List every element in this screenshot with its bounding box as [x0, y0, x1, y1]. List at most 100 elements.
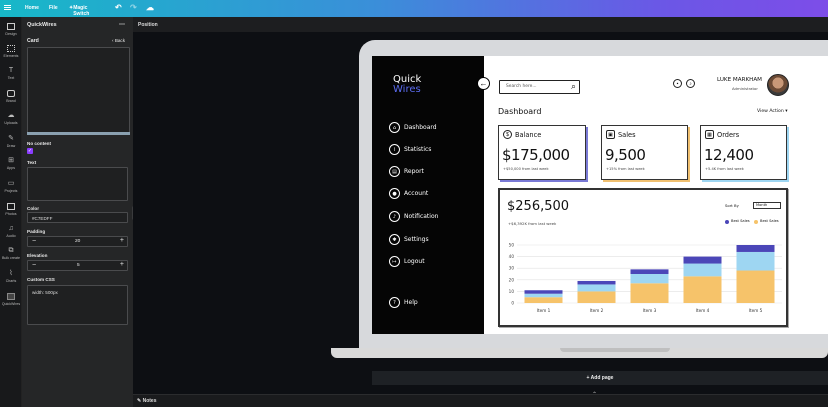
padding-label: Padding [27, 229, 46, 234]
pen-icon: ✎ [8, 135, 14, 142]
rail-uploads[interactable]: ☁ Uploads [0, 112, 22, 125]
bar-segment [630, 274, 669, 284]
stacked-bar-chart: 0 10 20 30 40 50 Item 1 Item 2 Item 3 Item 4 Item … [509, 243, 782, 313]
report-icon: ▤ [389, 166, 400, 177]
photos-icon [7, 203, 15, 210]
text-input[interactable] [27, 167, 128, 201]
no-content-checkbox[interactable]: ✓ [27, 148, 33, 154]
bulk-create-icon: ⧉ [8, 247, 14, 254]
page-title: Dashboard [498, 107, 542, 116]
text-label: Text [27, 160, 37, 165]
stat-card-orders[interactable]: ▦ Orders 12,400 +5.4K from last week [700, 125, 787, 180]
rail-audio[interactable]: ♫ Audio [0, 225, 22, 238]
stat-card-balance[interactable]: $ Balance $175,000 +$50,000 from last we… [498, 125, 586, 180]
back-button[interactable]: ‹ Back [112, 38, 125, 43]
x-tick-label: Item 2 [590, 308, 604, 313]
sales-chart-card[interactable]: $256,500 +$6,392K from last week Sort By… [498, 188, 788, 327]
nav-notification[interactable]: ♪ Notification [389, 211, 438, 222]
rail-design[interactable]: Design [0, 23, 22, 36]
dollar-icon: $ [503, 130, 512, 139]
bar-segment [524, 293, 563, 298]
folder-icon: ▭ [7, 180, 15, 187]
elevation-label: Elevation [27, 253, 48, 258]
chat-icon[interactable]: ▪ [673, 79, 682, 88]
plus-icon[interactable]: + [120, 237, 124, 244]
bell-icon: ♪ [389, 211, 400, 222]
cloud-upload-icon: ☁ [7, 112, 15, 119]
home-menu[interactable]: Home [25, 5, 39, 11]
rail-text[interactable]: T Text [0, 67, 22, 80]
y-tick-label: 0 [511, 301, 514, 306]
rail-bulk-create[interactable]: ⧉ Bulk create [0, 247, 22, 260]
bar-segment [683, 276, 722, 303]
plus-icon[interactable]: + [120, 261, 124, 268]
account-icon: ● [389, 188, 400, 199]
back-arrow-icon[interactable]: ← [477, 77, 490, 90]
rail-brand[interactable]: Brand [0, 90, 22, 103]
design-icon [7, 23, 15, 30]
file-menu[interactable]: File [49, 5, 58, 11]
dashboard-icon: ⌂ [389, 122, 400, 133]
y-tick-label: 30 [509, 266, 515, 271]
elevation-stepper[interactable]: − 5 + [27, 260, 128, 271]
rail-charts[interactable]: ⌇ Charts [0, 270, 22, 283]
color-input[interactable]: #C7EDFF [27, 212, 128, 223]
section-title: Card [27, 38, 39, 44]
rail-quickwires[interactable]: QuickWires [0, 293, 22, 306]
undo-icon[interactable]: ↶ [115, 3, 122, 12]
statistics-icon: ⌇ [389, 144, 400, 155]
custom-css-input[interactable]: width: 500px [27, 285, 128, 325]
user-name: LUKE MARKHAM [717, 77, 762, 83]
redo-icon[interactable]: ↷ [130, 3, 137, 12]
rail-apps[interactable]: ⊞ Apps [0, 157, 22, 170]
rail-photos[interactable]: Photos [0, 203, 22, 216]
notification-bell-icon[interactable]: ♪ [686, 79, 695, 88]
x-tick-label: Item 3 [643, 308, 657, 313]
bar-segment [524, 297, 563, 303]
top-bar: Home File ✦ Magic Switch ↶ ↷ ☁ [0, 0, 828, 17]
minus-icon[interactable]: − [32, 262, 36, 269]
bar-segment [683, 256, 722, 264]
quickwires-panel: QuickWires ⋯ Card ‹ Back No content ✓ Te… [22, 17, 133, 407]
cloud-save-icon[interactable]: ☁ [146, 3, 154, 12]
position-button[interactable]: Position [138, 22, 158, 28]
rail-projects[interactable]: ▭ Projects [0, 180, 22, 193]
nav-settings[interactable]: ✱ Settings [389, 234, 429, 245]
stat-card-sales[interactable]: ▣ Sales 9,500 +15% from last week [601, 125, 688, 180]
nav-help[interactable]: ? Help [389, 297, 418, 308]
x-tick-label: Item 1 [537, 308, 551, 313]
color-label: Color [27, 206, 39, 211]
chevron-up-icon[interactable]: ⌃ [592, 391, 597, 398]
apps-icon: ⊞ [8, 157, 14, 164]
rail-draw[interactable]: ✎ Draw [0, 135, 22, 148]
music-icon: ♫ [8, 225, 14, 232]
canvas-toolbar: Position [133, 17, 828, 32]
more-options-icon[interactable]: ⋯ [119, 21, 125, 28]
y-tick-label: 20 [509, 277, 515, 282]
add-page-button[interactable]: + Add page [372, 371, 828, 385]
bar-segment [683, 263, 722, 277]
quickwires-icon [7, 293, 15, 300]
rail-elements[interactable]: Elements [0, 45, 22, 58]
dashboard-search-input[interactable]: Search here... ⌕ [499, 80, 580, 94]
notes-bar: ✎ Notes ⌃ [133, 391, 828, 407]
nav-report[interactable]: ▤ Report [389, 166, 424, 177]
padding-stepper[interactable]: − 20 + [27, 236, 128, 247]
nav-logout[interactable]: ↦ Logout [389, 256, 425, 267]
bar-segment [577, 280, 616, 285]
nav-account[interactable]: ● Account [389, 188, 428, 199]
card-preview [27, 47, 130, 135]
menu-icon[interactable] [4, 5, 11, 6]
nav-statistics[interactable]: ⌇ Statistics [389, 144, 431, 155]
no-content-label: No content [27, 141, 51, 146]
minus-icon[interactable]: − [32, 238, 36, 245]
elements-icon [7, 45, 15, 52]
nav-dashboard[interactable]: ⌂ Dashboard [389, 122, 437, 133]
y-tick-label: 40 [509, 254, 515, 259]
notes-button[interactable]: ✎ Notes [137, 398, 157, 404]
avatar[interactable] [767, 74, 789, 96]
view-action-dropdown[interactable]: View Action ▾ [757, 109, 788, 114]
bar-segment [736, 251, 775, 271]
magic-switch-button[interactable]: ✦ Magic Switch [69, 5, 89, 17]
bar-segment [736, 245, 775, 252]
